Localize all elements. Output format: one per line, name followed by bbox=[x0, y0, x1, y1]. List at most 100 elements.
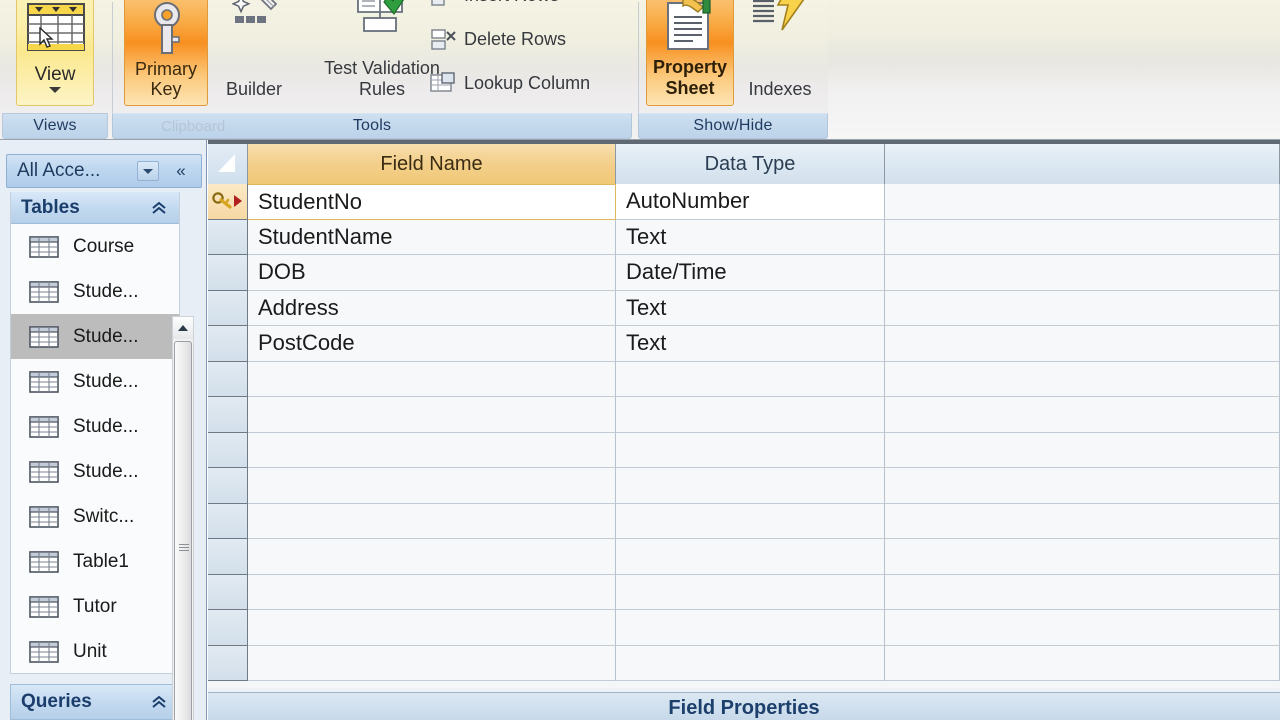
cell-field-name[interactable]: Address bbox=[248, 290, 616, 326]
cell-description[interactable] bbox=[885, 361, 1280, 397]
cell-field-name[interactable] bbox=[248, 503, 616, 539]
cell-description[interactable] bbox=[885, 574, 1280, 610]
table-row[interactable]: StudentName Text bbox=[208, 219, 1280, 255]
cell-description[interactable] bbox=[885, 290, 1280, 326]
row-selector[interactable] bbox=[208, 503, 248, 539]
cell-description[interactable] bbox=[885, 645, 1280, 681]
cell-field-name[interactable]: DOB bbox=[248, 255, 616, 291]
table-row[interactable] bbox=[208, 539, 1280, 575]
row-selector[interactable] bbox=[208, 219, 248, 255]
table-row[interactable]: DOB Date/Time bbox=[208, 255, 1280, 291]
cell-field-name[interactable]: StudentNo bbox=[248, 184, 616, 220]
cell-data-type[interactable] bbox=[616, 361, 885, 397]
lookup-column-button[interactable]: Lookup Column bbox=[430, 66, 590, 100]
nav-scrollbar-thumb[interactable] bbox=[174, 341, 192, 720]
builder-button[interactable]: Builder bbox=[210, 0, 298, 106]
table-row[interactable]: PostCode Text bbox=[208, 326, 1280, 362]
table-row[interactable] bbox=[208, 397, 1280, 433]
column-header-data-type[interactable]: Data Type bbox=[616, 144, 885, 184]
table-row[interactable]: StudentNo AutoNumber bbox=[208, 184, 1280, 220]
cell-data-type[interactable] bbox=[616, 468, 885, 504]
indexes-button[interactable]: Indexes bbox=[738, 0, 822, 106]
nav-item-stude-2[interactable]: Stude... bbox=[11, 314, 179, 359]
row-selector[interactable] bbox=[208, 255, 248, 291]
nav-item-switc-6[interactable]: Switc... bbox=[11, 494, 179, 539]
nav-group-header-queries[interactable]: Queries bbox=[10, 684, 180, 720]
cell-description[interactable] bbox=[885, 432, 1280, 468]
cell-field-name[interactable] bbox=[248, 397, 616, 433]
cell-field-name[interactable]: StudentName bbox=[248, 219, 616, 255]
table-row[interactable] bbox=[208, 432, 1280, 468]
cell-description[interactable] bbox=[885, 219, 1280, 255]
cell-description[interactable] bbox=[885, 468, 1280, 504]
property-sheet-button[interactable]: Property Sheet bbox=[646, 0, 734, 106]
row-selector[interactable] bbox=[208, 468, 248, 504]
row-selector[interactable] bbox=[208, 326, 248, 362]
nav-item-stude-1[interactable]: Stude... bbox=[11, 269, 179, 314]
row-selector[interactable] bbox=[208, 361, 248, 397]
nav-item-stude-5[interactable]: Stude... bbox=[11, 449, 179, 494]
cell-description[interactable] bbox=[885, 255, 1280, 291]
cell-description[interactable] bbox=[885, 397, 1280, 433]
cell-field-name[interactable] bbox=[248, 361, 616, 397]
cell-description[interactable] bbox=[885, 326, 1280, 362]
nav-item-stude-4[interactable]: Stude... bbox=[11, 404, 179, 449]
cell-description[interactable] bbox=[885, 184, 1280, 220]
table-row[interactable] bbox=[208, 645, 1280, 681]
chevron-down-icon[interactable] bbox=[137, 161, 159, 181]
primary-key-button[interactable]: Primary Key bbox=[124, 0, 208, 106]
nav-item-tutor-8[interactable]: Tutor bbox=[11, 584, 179, 629]
cell-data-type[interactable]: Date/Time bbox=[616, 255, 885, 291]
cell-data-type[interactable] bbox=[616, 503, 885, 539]
row-selector[interactable] bbox=[208, 539, 248, 575]
cell-description[interactable] bbox=[885, 503, 1280, 539]
cell-field-name[interactable] bbox=[248, 432, 616, 468]
nav-item-course-0[interactable]: Course bbox=[11, 224, 179, 269]
cell-field-name[interactable] bbox=[248, 539, 616, 575]
nav-item-stude-3[interactable]: Stude... bbox=[11, 359, 179, 404]
row-selector[interactable] bbox=[208, 397, 248, 433]
row-selector[interactable] bbox=[208, 574, 248, 610]
delete-rows-button[interactable]: Delete Rows bbox=[430, 22, 566, 56]
nav-pane-scrollbar[interactable] bbox=[172, 316, 194, 720]
nav-item-unit-9[interactable]: Unit bbox=[11, 629, 179, 673]
cell-description[interactable] bbox=[885, 539, 1280, 575]
table-row[interactable] bbox=[208, 574, 1280, 610]
nav-group-header-tables[interactable]: Tables bbox=[11, 192, 179, 224]
cell-data-type[interactable] bbox=[616, 539, 885, 575]
cell-description[interactable] bbox=[885, 610, 1280, 646]
row-selector[interactable] bbox=[208, 184, 248, 220]
table-row[interactable]: Address Text bbox=[208, 290, 1280, 326]
table-row[interactable] bbox=[208, 468, 1280, 504]
insert-rows-button[interactable]: Insert Rows bbox=[430, 0, 559, 12]
cell-data-type[interactable]: Text bbox=[616, 326, 885, 362]
column-header-description[interactable] bbox=[885, 144, 1280, 184]
cell-data-type[interactable]: AutoNumber bbox=[616, 184, 885, 220]
cell-field-name[interactable]: PostCode bbox=[248, 326, 616, 362]
cell-data-type[interactable] bbox=[616, 610, 885, 646]
scroll-up-arrow-icon[interactable] bbox=[173, 317, 193, 339]
double-chevron-up-icon[interactable] bbox=[151, 201, 167, 215]
cell-data-type[interactable]: Text bbox=[616, 219, 885, 255]
column-header-field-name[interactable]: Field Name bbox=[248, 144, 616, 184]
double-chevron-left-icon[interactable]: « bbox=[167, 159, 195, 183]
row-selector[interactable] bbox=[208, 610, 248, 646]
cell-field-name[interactable] bbox=[248, 610, 616, 646]
nav-item-table1-7[interactable]: Table1 bbox=[11, 539, 179, 584]
cell-field-name[interactable] bbox=[248, 645, 616, 681]
nav-pane-titlebar[interactable]: All Acce... « bbox=[6, 154, 202, 188]
cell-field-name[interactable] bbox=[248, 574, 616, 610]
cell-data-type[interactable]: Text bbox=[616, 290, 885, 326]
row-selector[interactable] bbox=[208, 645, 248, 681]
cell-data-type[interactable] bbox=[616, 397, 885, 433]
row-selector[interactable] bbox=[208, 432, 248, 468]
table-row[interactable] bbox=[208, 361, 1280, 397]
row-selector[interactable] bbox=[208, 290, 248, 326]
grid-corner-selector[interactable] bbox=[208, 144, 248, 184]
table-row[interactable] bbox=[208, 610, 1280, 646]
table-row[interactable] bbox=[208, 503, 1280, 539]
double-chevron-up-icon[interactable] bbox=[151, 695, 167, 709]
cell-data-type[interactable] bbox=[616, 645, 885, 681]
cell-data-type[interactable] bbox=[616, 432, 885, 468]
cell-field-name[interactable] bbox=[248, 468, 616, 504]
